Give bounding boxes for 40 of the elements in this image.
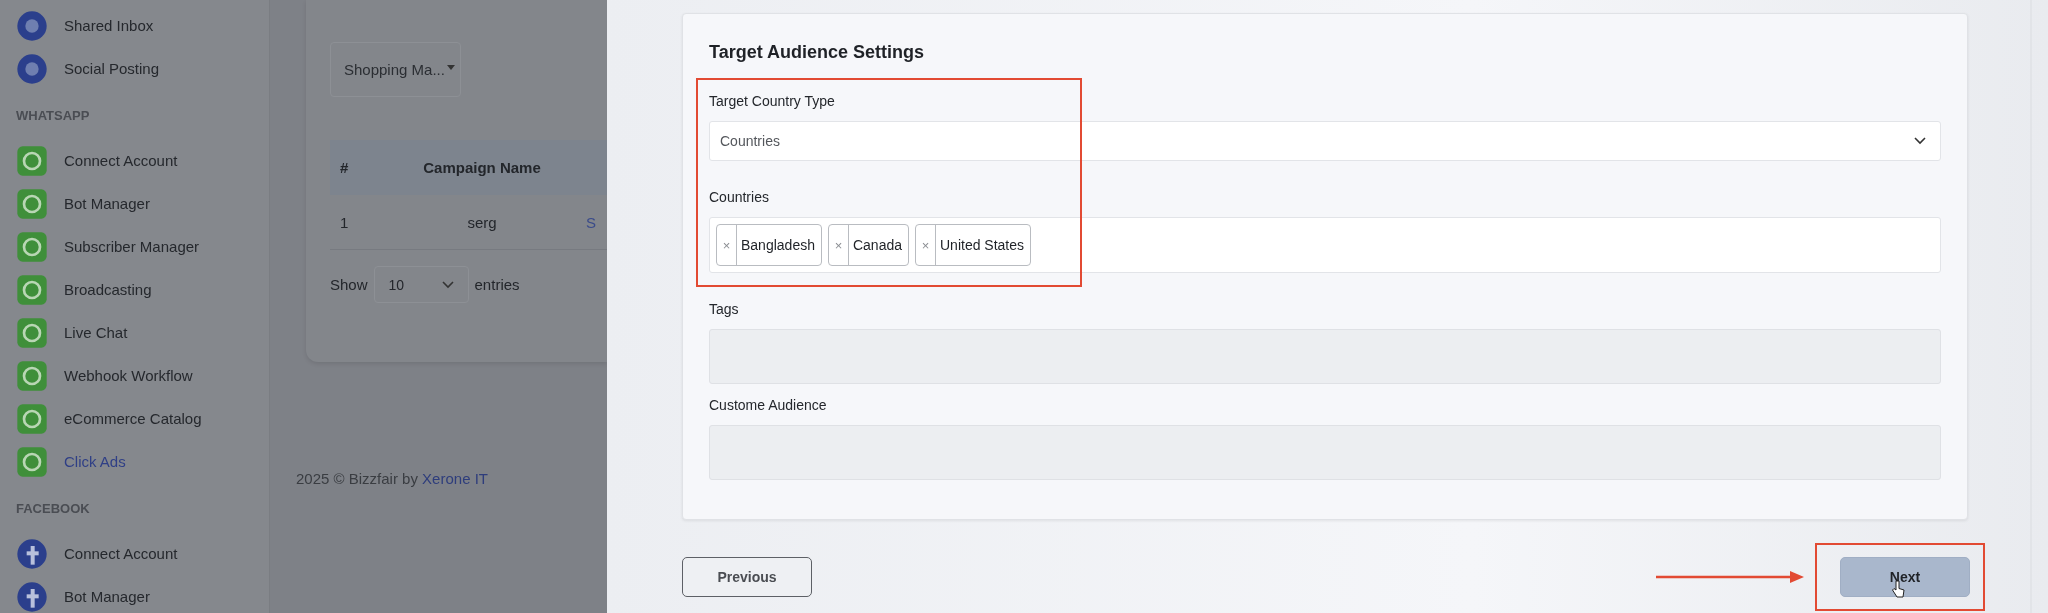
remove-tag-button[interactable]: × [717, 225, 737, 265]
tag-label: United States [939, 236, 1026, 255]
section-heading: WHATSAPP [16, 108, 91, 123]
sidebar-item[interactable]: Click Ads [16, 440, 269, 483]
entries-label: entries [474, 276, 520, 293]
section-title: Target Audience Settings [709, 42, 926, 63]
sidebar-item[interactable]: Connect Account [16, 532, 269, 575]
field-label: Target Country Type [709, 93, 836, 109]
countries-tag-field[interactable]: × Bangladesh × Canada × United States [709, 217, 1941, 273]
campaign-filter-dropdown[interactable]: Shopping Ma... [330, 42, 461, 97]
sidebar-item[interactable]: Social Posting [16, 47, 269, 90]
sidebar-item[interactable]: Live Chat [16, 311, 269, 354]
column-header: # [339, 159, 350, 176]
sidebar-item[interactable]: Broadcasting [16, 268, 269, 311]
column-header: Campaign Name [422, 159, 542, 176]
sidebar-item[interactable]: Webhook Workflow [16, 354, 269, 397]
section-heading: FACEBOOK [16, 501, 91, 516]
tag-label: Canada [851, 236, 903, 255]
field-label: Custome Audience [709, 397, 828, 413]
sidebar-item[interactable]: Bot Manager [16, 575, 269, 613]
field-label: Countries [709, 189, 770, 205]
field-label: Tags [709, 301, 740, 317]
entries-dropdown[interactable]: 10 [373, 266, 469, 303]
show-label: Show [330, 276, 368, 293]
sidebar-item[interactable]: Shared Inbox [16, 4, 269, 47]
remove-tag-button[interactable]: × [916, 225, 936, 265]
next-button[interactable]: Next [1840, 557, 1970, 597]
sidebar-item[interactable]: Subscriber Manager [16, 225, 269, 268]
footer-text: 2025 © Bizzfair by Xerone IT [296, 470, 489, 487]
previous-button[interactable]: Previous [682, 557, 812, 597]
remove-tag-button[interactable]: × [828, 225, 849, 265]
sidebar-item[interactable]: eCommerce Catalog [16, 397, 269, 440]
table-link[interactable]: S [582, 213, 596, 231]
tag-label: Bangladesh [740, 236, 816, 255]
country-type-dropdown[interactable]: Countries [709, 121, 1941, 161]
table-cell-text: serg [466, 213, 498, 231]
sidebar-item[interactable]: Connect Account [16, 139, 269, 182]
table-cell-text: 1 [339, 213, 350, 231]
footer-link[interactable]: Xerone IT [422, 470, 488, 487]
sidebar-item[interactable]: Bot Manager [16, 182, 269, 225]
